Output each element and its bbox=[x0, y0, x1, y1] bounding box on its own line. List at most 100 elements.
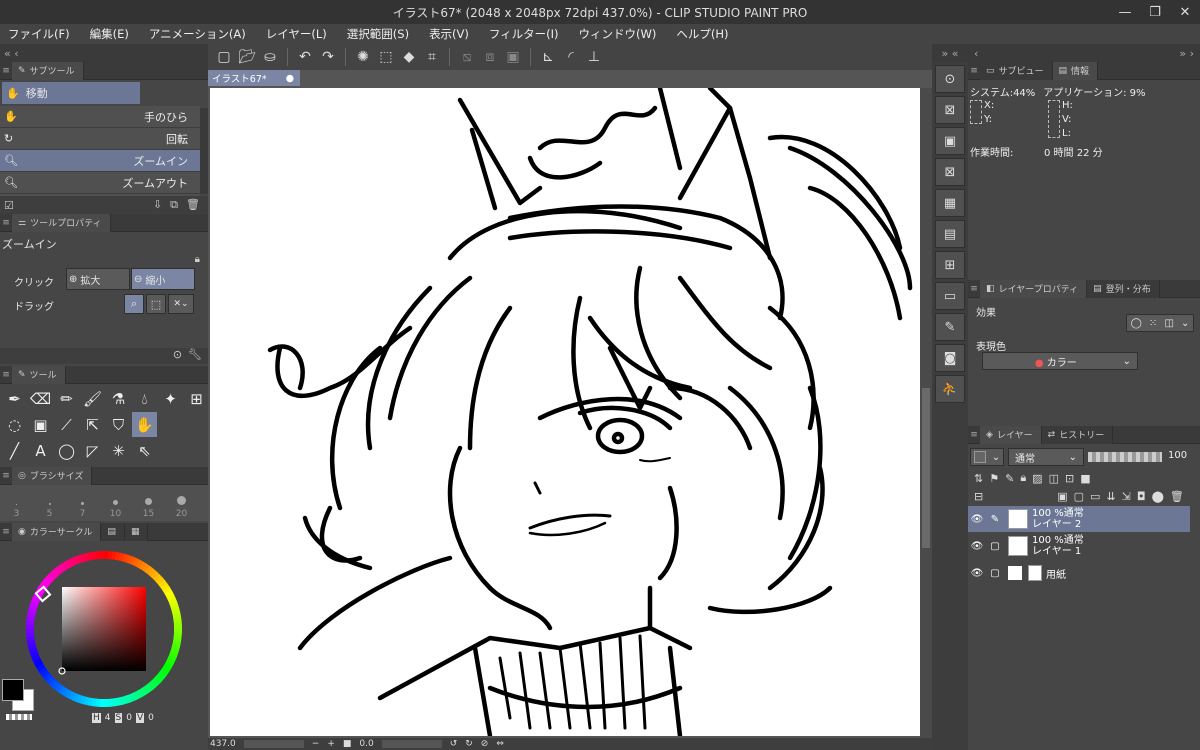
drag-zoom-icon[interactable]: ⌕ bbox=[124, 294, 144, 314]
subtool-settings-icon[interactable]: ☑ bbox=[4, 199, 14, 212]
fill-tool-icon[interactable]: ⛉ bbox=[106, 412, 131, 437]
lock-icon[interactable]: 🔒︎ bbox=[195, 254, 200, 265]
invert-selection-icon[interactable]: ⧈ bbox=[480, 47, 500, 67]
canvas-tab[interactable]: イラスト67* ● bbox=[208, 70, 300, 86]
tool-setting-icon[interactable]: ⊠ bbox=[935, 158, 965, 186]
left-panel-collapse[interactable]: « ‹ bbox=[0, 44, 208, 62]
tab-layer-property[interactable]: ◧ レイヤープロパティ bbox=[980, 279, 1088, 298]
camera-icon[interactable]: ◙ bbox=[935, 344, 965, 372]
strip-collapse[interactable]: » « bbox=[932, 44, 968, 62]
menu-grip-icon[interactable]: ≡ bbox=[0, 527, 12, 537]
mask-enable-icon[interactable]: ◫ bbox=[1049, 472, 1059, 485]
merge-icon[interactable]: ⇊ bbox=[1106, 490, 1115, 503]
menu-grip-icon[interactable]: ≡ bbox=[0, 370, 12, 380]
brush-size-7[interactable]: 7 bbox=[66, 485, 99, 521]
layer-color-icon[interactable]: ◫ bbox=[1164, 318, 1173, 329]
subtool-copy-icon[interactable]: ⇩ bbox=[153, 198, 162, 212]
selection-border-icon[interactable]: ▣ bbox=[503, 47, 523, 67]
menu-grip-icon[interactable]: ≡ bbox=[0, 218, 12, 228]
tab-subview[interactable]: ▭ サブビュー bbox=[980, 61, 1053, 80]
tab-history[interactable]: ⇄ ヒストリー bbox=[1041, 425, 1114, 444]
shrink-button[interactable]: ⊖ 縮小 bbox=[131, 268, 195, 290]
tab-tools[interactable]: ✎ ツール bbox=[12, 365, 66, 384]
menu-grip-icon[interactable]: ≡ bbox=[968, 430, 980, 440]
expression-color-select[interactable]: ● カラー ⌄ bbox=[982, 352, 1138, 370]
blend-mode-select[interactable]: 通常 ⌄ bbox=[1008, 448, 1084, 466]
opacity-slider[interactable] bbox=[1088, 452, 1162, 462]
brush-size-10[interactable]: 10 bbox=[99, 485, 132, 521]
tab-info[interactable]: ▤ 情報 bbox=[1052, 61, 1099, 80]
material-icon[interactable]: ⊠ bbox=[935, 96, 965, 124]
eye-icon[interactable]: 👁︎ bbox=[968, 568, 986, 579]
border-effect-icon[interactable]: ◯ bbox=[1131, 318, 1142, 329]
fill-icon[interactable]: ◆ bbox=[399, 47, 419, 67]
new-vector-layer-icon[interactable]: ▢ bbox=[1074, 490, 1084, 503]
transparent-color-swatch[interactable] bbox=[6, 714, 32, 720]
layer-row-1[interactable]: 👁︎ ▢ 100 %通常 レイヤー 1 bbox=[968, 533, 1190, 559]
menu-help[interactable]: ヘルプ(H) bbox=[676, 26, 728, 42]
person-icon[interactable]: ⛹ bbox=[935, 375, 965, 403]
blend-tool-icon[interactable]: 💧︎ bbox=[132, 386, 157, 411]
enlarge-button[interactable]: ⊕ 拡大 bbox=[66, 268, 130, 290]
stop-icon[interactable]: ■ bbox=[343, 739, 352, 749]
delete-layer-icon[interactable]: 🗑︎ bbox=[1170, 490, 1184, 503]
layer-expand-icon[interactable]: ⊟ bbox=[974, 490, 983, 503]
wrench-icon[interactable]: 🔧︎ bbox=[188, 348, 202, 364]
decoration-tool-icon[interactable]: ✦ bbox=[158, 386, 183, 411]
object-tool-icon[interactable]: ⇖ bbox=[132, 438, 157, 463]
menu-animation[interactable]: アニメーション(A) bbox=[149, 26, 246, 42]
create-mask-icon[interactable]: ⬤ bbox=[1152, 490, 1164, 503]
maximize-button[interactable]: ❐ bbox=[1140, 0, 1170, 24]
pen-tool-icon[interactable]: ✒ bbox=[2, 386, 27, 411]
subtool-item-zoom-out[interactable]: 🔍︎ ズームアウト bbox=[0, 172, 200, 194]
menu-filter[interactable]: フィルター(I) bbox=[489, 26, 559, 42]
tab-subtool[interactable]: ✎ サブツール bbox=[12, 61, 84, 80]
menu-grip-icon[interactable]: ≡ bbox=[968, 66, 980, 76]
edit-icon[interactable]: ✎ bbox=[935, 313, 965, 341]
brush-size-5[interactable]: 5 bbox=[33, 485, 66, 521]
layer-row-paper[interactable]: 👁︎ ▢ 用紙 bbox=[968, 560, 1190, 586]
eye-icon[interactable]: 👁︎ bbox=[968, 514, 986, 525]
subtool-item-zoom-in[interactable]: 🔍︎ ズームイン bbox=[0, 150, 200, 172]
animation-icon[interactable]: ▭ bbox=[935, 282, 965, 310]
angle-value[interactable]: 0.0 bbox=[359, 739, 373, 749]
lasso-tool-icon[interactable]: ◌ bbox=[2, 412, 27, 437]
flip-icon[interactable]: ⇔ bbox=[496, 739, 504, 749]
new-folder-icon[interactable]: ▭ bbox=[1090, 490, 1100, 503]
close-dot-icon[interactable]: ● bbox=[286, 73, 294, 84]
tab-align[interactable]: ▤ 登列・分布 bbox=[1087, 279, 1160, 298]
eye-icon[interactable]: 👁︎ bbox=[968, 541, 986, 552]
effect-line-tool-icon[interactable]: ✳ bbox=[106, 438, 131, 463]
text-tool-icon[interactable]: A bbox=[28, 438, 53, 463]
minimize-button[interactable]: — bbox=[1110, 0, 1140, 24]
layer-search-icon[interactable]: ▤ bbox=[935, 220, 965, 248]
lock-alpha-icon[interactable]: ▨ bbox=[1032, 472, 1042, 485]
gradient-tool-icon[interactable]: ▣ bbox=[28, 412, 53, 437]
tab-layer[interactable]: ◈ レイヤー bbox=[980, 425, 1042, 444]
search-icon[interactable]: ⊙ bbox=[935, 65, 965, 93]
subtool-group-move[interactable]: ✋ 移動 bbox=[2, 82, 140, 104]
zoom-in-icon[interactable]: + bbox=[327, 739, 335, 749]
eraser-tool-icon[interactable]: ⌫ bbox=[28, 386, 53, 411]
menu-file[interactable]: ファイル(F) bbox=[8, 26, 70, 42]
brush-size-15[interactable]: 15 bbox=[132, 485, 165, 521]
open-file-icon[interactable]: 📂︎ bbox=[237, 47, 257, 67]
drag-mode-dropdown[interactable]: ✕⌄ bbox=[168, 294, 194, 314]
menu-grip-icon[interactable]: ≡ bbox=[0, 66, 12, 76]
menu-selection[interactable]: 選択範囲(S) bbox=[347, 26, 409, 42]
redo-icon[interactable]: ↷ bbox=[318, 47, 338, 67]
new-raster-layer-icon[interactable]: ▣ bbox=[1057, 490, 1067, 503]
deselect-icon[interactable]: ⧅ bbox=[457, 47, 477, 67]
rotate-left-icon[interactable]: ↺ bbox=[450, 739, 458, 749]
airbrush-tool-icon[interactable]: ⚗ bbox=[106, 386, 131, 411]
new-file-icon[interactable]: ▢ bbox=[214, 47, 234, 67]
frame-tool-icon[interactable]: ◸ bbox=[80, 438, 105, 463]
subtool-delete-icon[interactable]: 🗑︎ bbox=[186, 198, 200, 212]
pen-edit-icon[interactable]: ✎ bbox=[986, 514, 1004, 525]
drag-rect-zoom-icon[interactable]: ⬚ bbox=[146, 294, 166, 314]
opacity-value[interactable]: 100 bbox=[1168, 450, 1187, 461]
rotate-right-icon[interactable]: ↻ bbox=[465, 739, 473, 749]
snap-ruler-icon[interactable]: ⊾ bbox=[538, 47, 558, 67]
subtool-duplicate-icon[interactable]: ⧉ bbox=[170, 198, 178, 212]
transfer-icon[interactable]: ⇲ bbox=[1122, 490, 1131, 503]
